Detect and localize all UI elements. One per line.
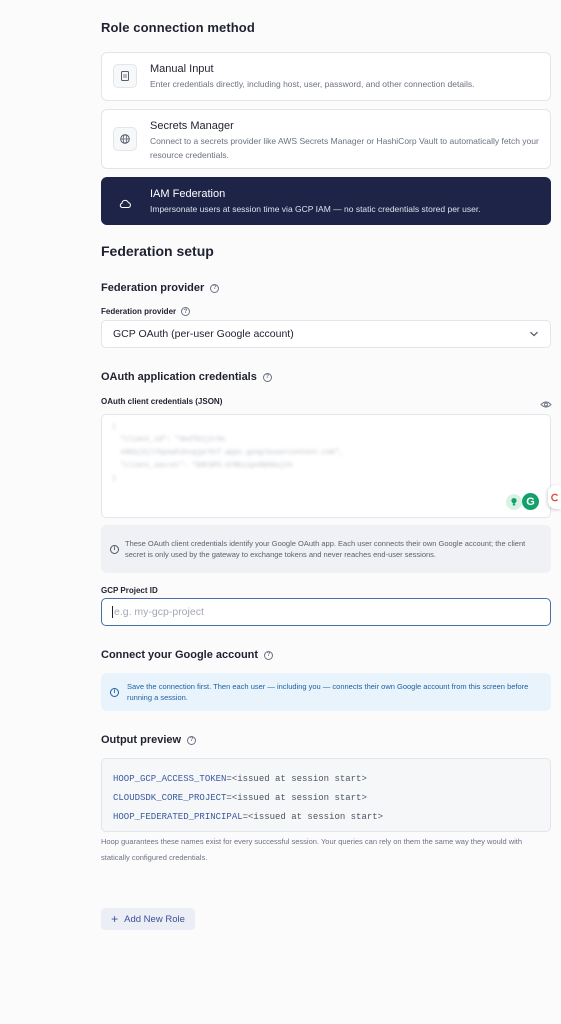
- option-title: IAM Federation: [150, 188, 226, 200]
- heading-text: OAuth application credentials: [101, 371, 257, 383]
- oauth-info-note: i These OAuth client credentials identif…: [101, 525, 551, 573]
- option-description: Connect to a secrets provider like AWS S…: [150, 136, 539, 160]
- preview-line: HOOP_FEDERATED_PRINCIPAL=<issued at sess…: [113, 808, 539, 827]
- banner-text: Save the connection first. Then each use…: [127, 682, 529, 702]
- plus-icon: +: [111, 912, 119, 926]
- add-new-role-button[interactable]: + Add New Role: [101, 908, 195, 930]
- text-caret: [112, 606, 113, 618]
- button-label: Add New Role: [124, 913, 185, 925]
- oauth-credentials-heading: OAuth application credentials ?: [101, 371, 272, 383]
- env-value: =<issued at session start>: [242, 812, 384, 822]
- info-icon: i: [110, 687, 119, 697]
- oauth-json-label: OAuth client credentials (JSON): [101, 397, 223, 406]
- gcp-project-label: GCP Project ID: [101, 586, 158, 595]
- manual-input-option[interactable]: Manual Input Enter credentials directly,…: [101, 52, 551, 101]
- option-description: Enter credentials directly, including ho…: [150, 79, 475, 89]
- help-icon[interactable]: ?: [210, 283, 220, 293]
- help-icon[interactable]: ?: [181, 307, 191, 316]
- preview-line: CLOUDSDK_CORE_PROJECT=<issued at session…: [113, 789, 539, 808]
- connect-info-banner: i Save the connection first. Then each u…: [101, 673, 551, 711]
- help-icon[interactable]: ?: [262, 372, 272, 382]
- env-value: =<issued at session start>: [226, 774, 367, 784]
- heading-text: Federation provider: [101, 282, 205, 294]
- document-icon: [113, 64, 137, 88]
- redacted-json-content: { "client_id": "4kd7b2j1r9s x0kbj3jl7kpn…: [112, 423, 344, 483]
- preview-line: HOOP_GCP_ACCESS_TOKEN=<issued at session…: [113, 770, 539, 789]
- env-key: HOOP_GCP_ACCESS_TOKEN: [113, 774, 227, 784]
- option-title: Secrets Manager: [150, 120, 234, 132]
- grammarly-icon[interactable]: G: [522, 493, 539, 510]
- output-preview-heading: Output preview ?: [101, 734, 197, 746]
- federation-provider-label: Federation provider ?: [101, 307, 191, 316]
- oauth-json-textarea[interactable]: { "client_id": "4kd7b2j1r9s x0kbj3jl7kpn…: [101, 414, 551, 518]
- preview-footer-text: Hoop guarantees these names exist for ev…: [101, 837, 523, 862]
- help-icon[interactable]: ?: [264, 650, 274, 660]
- secrets-manager-option[interactable]: Secrets Manager Connect to a secrets pro…: [101, 109, 551, 169]
- output-preview-box: HOOP_GCP_ACCESS_TOKEN=<issued at session…: [101, 758, 551, 832]
- gcp-project-input[interactable]: e.g. my-gcp-project: [101, 598, 551, 626]
- input-placeholder: e.g. my-gcp-project: [114, 606, 204, 618]
- side-widget-tab[interactable]: [548, 485, 561, 509]
- option-description: Impersonate users at session time via GC…: [150, 204, 481, 214]
- note-text: These OAuth client credentials identify …: [125, 539, 526, 559]
- env-key: CLOUDSDK_CORE_PROJECT: [113, 793, 227, 803]
- info-icon: i: [110, 544, 119, 554]
- iam-federation-option[interactable]: IAM Federation Impersonate users at sess…: [101, 177, 551, 225]
- heading-text: Connect your Google account: [101, 649, 259, 661]
- help-icon[interactable]: ?: [187, 735, 197, 745]
- cloud-icon: [113, 192, 137, 216]
- connect-google-heading: Connect your Google account ?: [101, 649, 274, 661]
- heading-text: Output preview: [101, 734, 182, 746]
- option-title: Manual Input: [150, 63, 214, 75]
- eye-icon[interactable]: [540, 396, 552, 414]
- env-value: =<issued at session start>: [226, 793, 367, 803]
- globe-lock-icon: [113, 127, 137, 151]
- env-key: HOOP_FEDERATED_PRINCIPAL: [113, 812, 243, 822]
- select-value: GCP OAuth (per-user Google account): [113, 328, 294, 340]
- federation-setup-heading: Federation setup: [101, 243, 214, 259]
- federation-provider-select[interactable]: GCP OAuth (per-user Google account): [101, 320, 551, 348]
- federation-provider-heading: Federation provider ?: [101, 282, 220, 294]
- chevron-down-icon: [529, 328, 539, 340]
- role-connection-heading: Role connection method: [101, 20, 255, 35]
- label-text: Federation provider: [101, 307, 177, 316]
- lightbulb-icon[interactable]: [506, 494, 522, 510]
